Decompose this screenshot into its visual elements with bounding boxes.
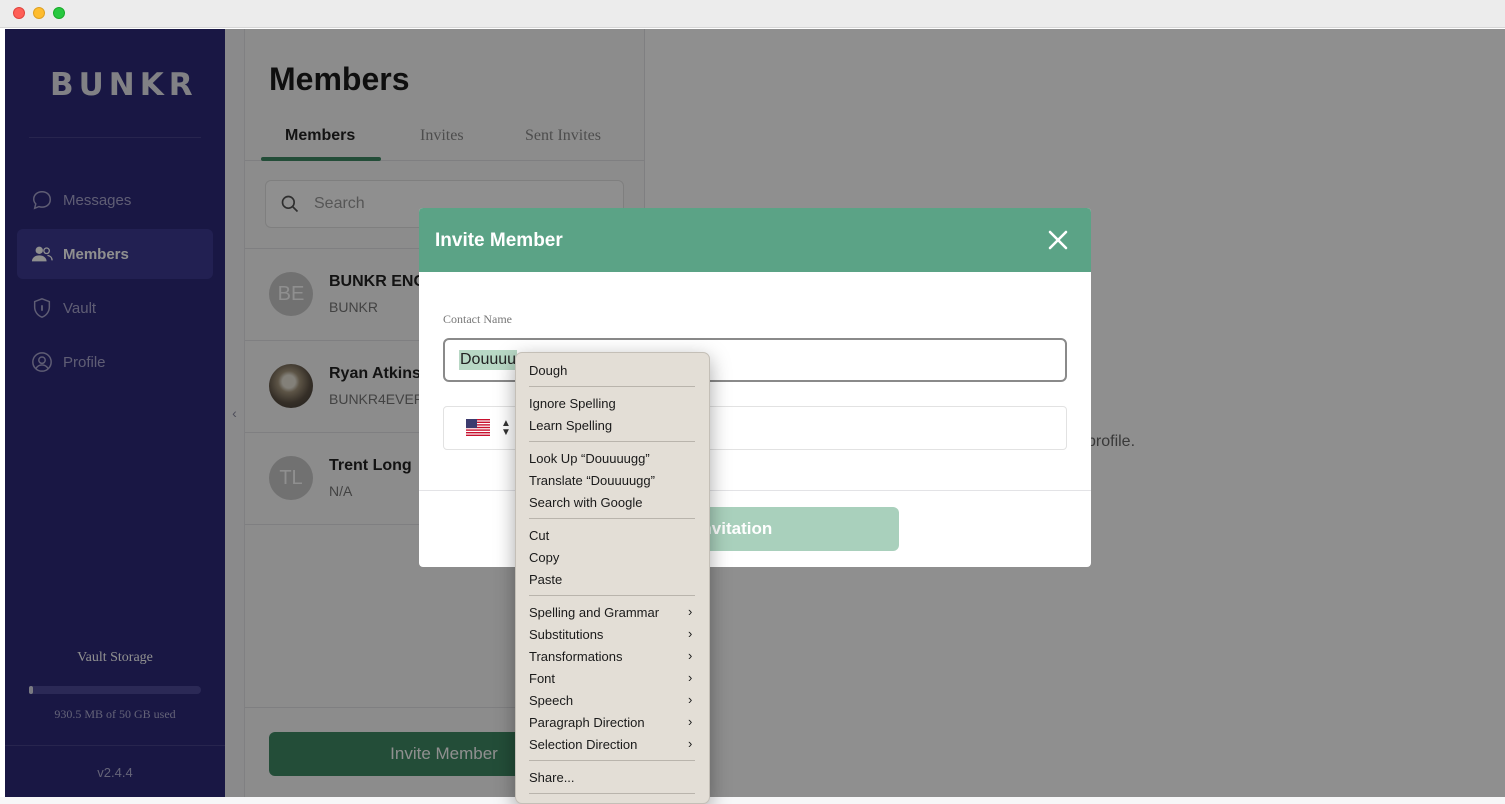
menu-item-suggestion[interactable]: Dough: [529, 363, 567, 378]
menu-item-speech[interactable]: Speech: [529, 693, 573, 708]
menu-separator: [529, 793, 695, 794]
chevron-right-icon: ›: [688, 626, 693, 641]
contact-name-label: Contact Name: [443, 312, 512, 326]
menu-separator: [529, 386, 695, 387]
chevron-right-icon: ›: [688, 714, 693, 729]
minimize-window-button[interactable]: [33, 7, 45, 19]
menu-item-search-google[interactable]: Search with Google: [529, 495, 642, 510]
context-menu: Dough Ignore Spelling Learn Spelling Loo…: [515, 352, 710, 804]
chevron-right-icon: ›: [688, 736, 693, 751]
menu-item-copy[interactable]: Copy: [529, 550, 559, 565]
zoom-window-button[interactable]: [53, 7, 65, 19]
chevron-right-icon: ›: [688, 648, 693, 663]
app-window: BUNKR Messages Members Vault Profile Vau…: [0, 0, 1505, 804]
menu-separator: [529, 760, 695, 761]
menu-item-cut[interactable]: Cut: [529, 528, 549, 543]
modal-title: Invite Member: [435, 230, 563, 251]
country-select-arrows-icon[interactable]: ▲ ▼: [501, 419, 511, 438]
menu-item-spelling-grammar[interactable]: Spelling and Grammar: [529, 605, 659, 620]
chevron-right-icon: ›: [688, 692, 693, 707]
menu-item-look-up[interactable]: Look Up “Douuuugg”: [529, 451, 650, 466]
menu-separator: [529, 518, 695, 519]
menu-item-translate[interactable]: Translate “Douuuugg”: [529, 473, 655, 488]
chevron-right-icon: ›: [688, 670, 693, 685]
menu-item-share[interactable]: Share...: [529, 770, 575, 785]
menu-item-learn-spelling[interactable]: Learn Spelling: [529, 418, 612, 433]
close-window-button[interactable]: [13, 7, 25, 19]
menu-item-paste[interactable]: Paste: [529, 572, 562, 587]
menu-item-substitutions[interactable]: Substitutions: [529, 627, 603, 642]
us-flag-icon[interactable]: [466, 419, 490, 436]
chevron-right-icon: ›: [688, 604, 693, 619]
contact-name-value: Douuuu: [459, 350, 518, 370]
menu-item-selection-direction[interactable]: Selection Direction: [529, 737, 637, 752]
menu-separator: [529, 595, 695, 596]
close-icon[interactable]: [1046, 228, 1070, 252]
title-bar: [0, 0, 1505, 28]
menu-separator: [529, 441, 695, 442]
menu-item-paragraph-direction[interactable]: Paragraph Direction: [529, 715, 645, 730]
menu-item-ignore-spelling[interactable]: Ignore Spelling: [529, 396, 616, 411]
menu-item-transformations[interactable]: Transformations: [529, 649, 622, 664]
menu-item-font[interactable]: Font: [529, 671, 555, 686]
modal-header: Invite Member: [419, 208, 1091, 272]
